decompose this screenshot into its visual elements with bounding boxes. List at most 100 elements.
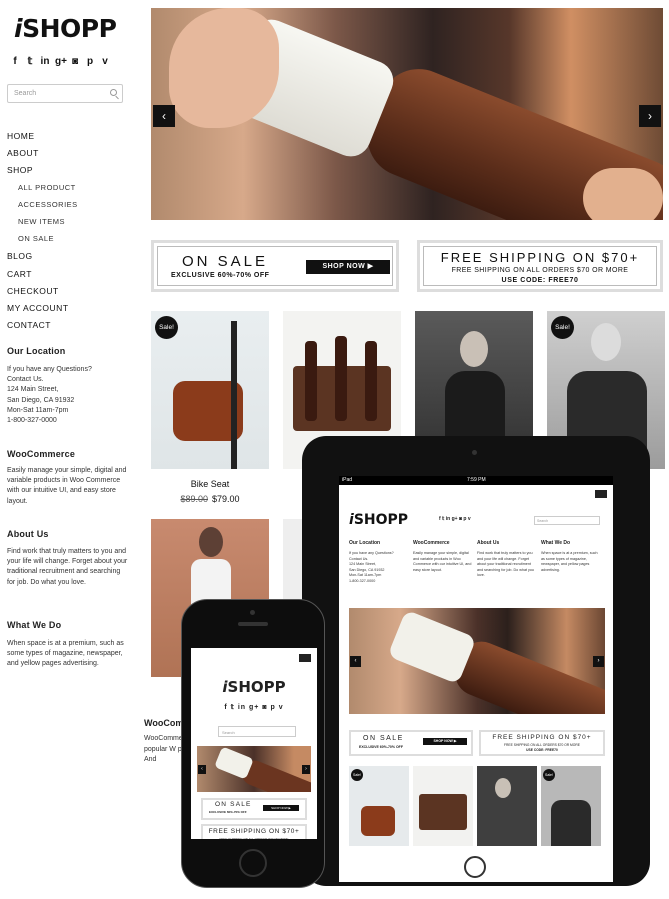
- nav-item-checkout[interactable]: CHECKOUT: [7, 285, 78, 302]
- pinterest-icon[interactable]: p: [85, 56, 95, 67]
- on-sale-subtitle: EXCLUSIVE 60%-70% OFF: [359, 745, 403, 749]
- product-shape: [365, 341, 377, 421]
- free-shipping-title: FREE SHIPPING ON $70+: [208, 828, 300, 835]
- logo-prefix: i: [14, 14, 23, 43]
- location-line: If you have any Questions?: [7, 366, 92, 373]
- phone-search-input[interactable]: Search: [218, 726, 296, 737]
- nav-item-new-items[interactable]: NEW ITEMS: [7, 216, 78, 233]
- nav-item-about[interactable]: ABOUT: [7, 147, 78, 164]
- instagram-icon[interactable]: ◙: [70, 56, 80, 67]
- slider-prev-arrow-icon[interactable]: ‹: [153, 105, 175, 127]
- product-price: $89.00 $79.00: [151, 494, 269, 504]
- nav-item-contact[interactable]: CONTACT: [7, 319, 78, 336]
- vimeo-icon[interactable]: v: [100, 56, 110, 67]
- search-input[interactable]: Search: [7, 84, 123, 103]
- product-shape: [551, 800, 591, 846]
- tablet-col-text: When space is at a premium, such as some…: [541, 551, 598, 572]
- menu-icon[interactable]: [595, 490, 607, 498]
- product-shape: [591, 323, 621, 361]
- nav-item-my-account[interactable]: MY ACCOUNT: [7, 302, 78, 319]
- menu-icon[interactable]: [299, 654, 311, 662]
- tablet-about-col: About Us Find work that truly matters to…: [477, 540, 537, 579]
- whatwedo-text: When space is at a premium, such as some…: [7, 640, 124, 668]
- nav-item-accessories[interactable]: ACCESSORIES: [7, 199, 78, 216]
- free-shipping-banner[interactable]: FREE SHIPPING ON $70+ FREE SHIPPING ON A…: [417, 240, 663, 292]
- location-text: If you have any Questions? Contact Us. 1…: [7, 365, 129, 426]
- product-shape: [305, 341, 317, 421]
- tablet-hero-slider[interactable]: ‹ ›: [349, 608, 605, 714]
- tablet-time: 7:59 PM: [467, 477, 486, 483]
- shop-now-button[interactable]: SHOP NOW ▶: [423, 738, 467, 745]
- slider-next-arrow-icon[interactable]: ›: [639, 105, 661, 127]
- product-shape: [199, 527, 223, 557]
- nav-item-all-product[interactable]: ALL PRODUCT: [7, 182, 78, 199]
- tablet-product-man-jacket[interactable]: Sale!: [541, 766, 601, 846]
- product-image-bike-seat[interactable]: Sale!: [151, 311, 269, 469]
- location-line: San Diego, CA 91932: [7, 396, 75, 404]
- tablet-mockup: iPad 7:59 PM iSHOPP f 𝕥 in g+ ◙ p v Sear…: [302, 436, 650, 886]
- about-title: About Us: [7, 529, 49, 539]
- location-line: 124 Main Street,: [7, 386, 59, 394]
- sidebar: iSHOPP f 𝕥 in g+ ◙ p v Search HOME ABOUT…: [0, 0, 140, 899]
- googleplus-icon[interactable]: g+: [55, 56, 67, 67]
- logo-main: SHOPP: [22, 14, 117, 43]
- tablet-logo: iSHOPP: [349, 512, 408, 528]
- location-line: Contact Us.: [7, 376, 44, 384]
- product-shape: [231, 321, 237, 469]
- social-links: f 𝕥 in g+ ◙ p v: [10, 56, 110, 67]
- linkedin-icon[interactable]: in: [40, 56, 50, 67]
- product-new-price: $79.00: [212, 494, 240, 504]
- on-sale-banner[interactable]: ON SALE EXCLUSIVE 60%-70% OFF SHOP NOW ▶: [151, 240, 399, 292]
- shop-now-button[interactable]: SHOP NOW ▶: [306, 260, 390, 274]
- location-line: Mon-Sat 11am-7pm: [7, 406, 69, 414]
- product-shape: [335, 336, 347, 421]
- facebook-icon[interactable]: f: [10, 56, 20, 67]
- tablet-whatwedo-col: What We Do When space is at a premium, s…: [541, 540, 601, 573]
- tablet-home-button: [464, 856, 486, 878]
- hero-hand: [583, 168, 663, 220]
- slider-next-arrow-icon[interactable]: ›: [302, 765, 310, 774]
- shop-now-button[interactable]: SHOP NOW ▶: [263, 805, 299, 811]
- slider-prev-arrow-icon[interactable]: ‹: [350, 656, 361, 667]
- site-logo[interactable]: iSHOPP: [14, 14, 117, 43]
- tablet-product-man-scarf[interactable]: [477, 766, 537, 846]
- on-sale-title: ON SALE: [182, 253, 269, 270]
- tablet-social-icons: f 𝕥 in g+ ◙ p v: [439, 516, 471, 522]
- tablet-col-text: Find work that truly matters to you and …: [477, 551, 534, 577]
- free-shipping-subtitle: FREE SHIPPING ON ALL ORDERS $70 OR MORE: [219, 837, 289, 839]
- phone-free-shipping-banner[interactable]: FREE SHIPPING ON $70+ FREE SHIPPING ON A…: [201, 824, 307, 839]
- tablet-location-col: Our Location If you have any Questions? …: [349, 540, 409, 584]
- search-icon[interactable]: [110, 89, 117, 96]
- product-name[interactable]: Bike Seat: [151, 479, 269, 489]
- nav-item-blog[interactable]: BLOG: [7, 250, 78, 267]
- page: iSHOPP f 𝕥 in g+ ◙ p v Search HOME ABOUT…: [0, 0, 669, 899]
- tablet-product-bike-seat[interactable]: Sale!: [349, 766, 409, 846]
- nav-item-on-sale[interactable]: ON SALE: [7, 233, 78, 250]
- tablet-search-input[interactable]: Search: [534, 516, 600, 525]
- location-title: Our Location: [7, 346, 66, 356]
- nav-item-home[interactable]: HOME: [7, 130, 78, 147]
- twitter-icon[interactable]: 𝕥: [25, 56, 35, 67]
- tablet-col-title: What We Do: [541, 540, 571, 546]
- free-shipping-subtitle: FREE SHIPPING ON ALL ORDERS $70 OR MORE: [451, 267, 629, 274]
- nav-item-shop[interactable]: SHOP: [7, 164, 78, 181]
- tablet-product-bottle-carrier[interactable]: [413, 766, 473, 846]
- tablet-col-title: About Us: [477, 540, 500, 546]
- tablet-col-title: Our Location: [349, 540, 381, 546]
- sale-badge: Sale!: [155, 316, 178, 339]
- product-shape: [361, 806, 395, 836]
- tablet-free-shipping-banner[interactable]: FREE SHIPPING ON $70+ FREE SHIPPING ON A…: [479, 730, 605, 756]
- phone-hero-slider[interactable]: ‹ ›: [197, 746, 311, 792]
- phone-on-sale-banner[interactable]: ON SALE EXCLUSIVE 60%-70% OFF SHOP NOW ▶: [201, 798, 307, 820]
- tablet-status-bar: iPad 7:59 PM: [339, 476, 613, 485]
- logo-main: SHOPP: [227, 678, 286, 696]
- on-sale-subtitle: EXCLUSIVE 60%-70% OFF: [209, 810, 247, 814]
- tablet-carrier: iPad: [342, 477, 353, 483]
- about-text: Find work that truly matters to you and …: [7, 548, 128, 586]
- tablet-on-sale-banner[interactable]: ON SALE EXCLUSIVE 60%-70% OFF SHOP NOW ▶: [349, 730, 473, 756]
- slider-prev-arrow-icon[interactable]: ‹: [198, 765, 206, 774]
- nav-item-cart[interactable]: CART: [7, 268, 78, 285]
- hero-slider[interactable]: ‹ ›: [151, 8, 663, 220]
- logo-main: SHOPP: [353, 512, 409, 528]
- slider-next-arrow-icon[interactable]: ›: [593, 656, 604, 667]
